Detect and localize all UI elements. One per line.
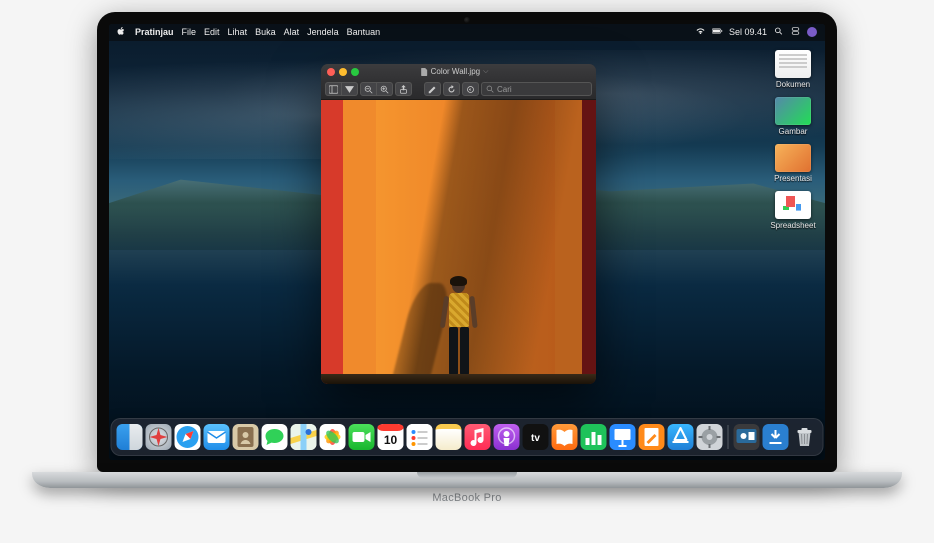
maximize-button[interactable]	[351, 68, 359, 76]
trackpad-notch	[417, 472, 517, 478]
close-button[interactable]	[327, 68, 335, 76]
dock-notes[interactable]	[436, 424, 462, 450]
dock: 10 tv	[111, 418, 824, 456]
minimize-button[interactable]	[339, 68, 347, 76]
stack-thumb-icon	[775, 191, 811, 219]
dock-settings[interactable]	[697, 424, 723, 450]
stack-thumb-icon	[775, 97, 811, 125]
dock-pages[interactable]	[639, 424, 665, 450]
menu-view[interactable]: Lihat	[228, 27, 248, 37]
desktop-stacks: Dokumen Gambar Presentasi Spreadsheet	[765, 50, 821, 230]
dock-trash[interactable]	[792, 424, 818, 450]
dock-mail[interactable]	[204, 424, 230, 450]
dock-preview[interactable]	[734, 424, 760, 450]
stack-label: Spreadsheet	[770, 221, 815, 230]
window-title-text: Color Wall.jpg	[431, 67, 481, 76]
dock-tv[interactable]: tv	[523, 424, 549, 450]
share-button[interactable]	[395, 82, 412, 96]
wifi-icon[interactable]	[695, 27, 706, 37]
dock-music[interactable]	[465, 424, 491, 450]
laptop-frame: Pratinjau File Edit Lihat Buka Alat Jend…	[27, 12, 907, 532]
stack-label: Presentasi	[774, 174, 812, 183]
dock-numbers[interactable]	[581, 424, 607, 450]
window-title: Color Wall.jpg ⌵	[364, 67, 545, 76]
preview-window: Color Wall.jpg ⌵	[321, 64, 596, 384]
battery-icon[interactable]	[712, 27, 723, 37]
stack-documents[interactable]: Dokumen	[765, 50, 821, 89]
dock-separator	[728, 425, 729, 449]
search-field[interactable]: Cari	[481, 82, 592, 96]
dock-keynote[interactable]	[610, 424, 636, 450]
sidebar-toggle-button[interactable]	[325, 82, 342, 96]
laptop-base	[32, 472, 902, 488]
window-titlebar[interactable]: Color Wall.jpg ⌵	[321, 64, 596, 80]
rotate-button[interactable]	[443, 82, 460, 96]
menu-open[interactable]: Buka	[255, 27, 276, 37]
stack-images[interactable]: Gambar	[765, 97, 821, 136]
stack-presentations[interactable]: Presentasi	[765, 144, 821, 183]
markup-button[interactable]	[462, 82, 479, 96]
active-app-name[interactable]: Pratinjau	[135, 27, 174, 37]
camera-dot	[464, 17, 470, 23]
apple-menu-icon[interactable]	[117, 27, 127, 38]
sidebar-menu-button[interactable]	[342, 82, 358, 96]
calendar-day-number: 10	[384, 433, 398, 447]
dock-appstore[interactable]	[668, 424, 694, 450]
screen-bezel: Pratinjau File Edit Lihat Buka Alat Jend…	[97, 12, 837, 472]
control-center-icon[interactable]	[790, 27, 801, 37]
dock-reminders[interactable]	[407, 424, 433, 450]
menu-file[interactable]: File	[182, 27, 197, 37]
menu-edit[interactable]: Edit	[204, 27, 220, 37]
search-icon	[486, 85, 494, 93]
siri-icon[interactable]	[807, 27, 817, 37]
status-icons: Sel 09.41	[695, 27, 817, 37]
chevron-down-icon[interactable]: ⌵	[483, 68, 488, 76]
menu-bar: Pratinjau File Edit Lihat Buka Alat Jend…	[109, 24, 825, 41]
dock-maps[interactable]	[291, 424, 317, 450]
search-placeholder: Cari	[497, 85, 512, 94]
dock-facetime[interactable]	[349, 424, 375, 450]
zoom-out-button[interactable]	[360, 82, 377, 96]
dock-safari[interactable]	[175, 424, 201, 450]
stack-label: Gambar	[779, 127, 808, 136]
menubar-clock[interactable]: Sel 09.41	[729, 27, 767, 37]
menu-tools[interactable]: Alat	[284, 27, 300, 37]
menu-help[interactable]: Bantuan	[347, 27, 381, 37]
image-content[interactable]	[321, 100, 596, 384]
person-figure	[438, 278, 480, 378]
document-icon	[421, 68, 428, 76]
dock-finder[interactable]	[117, 424, 143, 450]
stack-label: Dokumen	[776, 80, 810, 89]
dock-calendar[interactable]: 10	[378, 424, 404, 450]
zoom-in-button[interactable]	[377, 82, 393, 96]
spotlight-icon[interactable]	[773, 27, 784, 37]
dock-photos[interactable]	[320, 424, 346, 450]
menu-window[interactable]: Jendela	[307, 27, 339, 37]
ground	[321, 374, 596, 384]
desktop-screen: Pratinjau File Edit Lihat Buka Alat Jend…	[109, 24, 825, 460]
laptop-brand-label: MacBook Pro	[432, 492, 501, 504]
dock-downloads[interactable]	[763, 424, 789, 450]
highlight-button[interactable]	[424, 82, 441, 96]
svg-text:tv: tv	[531, 433, 540, 444]
stack-thumb-icon	[775, 144, 811, 172]
traffic-lights	[327, 68, 359, 76]
dock-podcasts[interactable]	[494, 424, 520, 450]
dock-launchpad[interactable]	[146, 424, 172, 450]
dock-messages[interactable]	[262, 424, 288, 450]
stack-spreadsheets[interactable]: Spreadsheet	[765, 191, 821, 230]
window-toolbar: Cari	[321, 80, 596, 100]
dock-books[interactable]	[552, 424, 578, 450]
dock-contacts[interactable]	[233, 424, 259, 450]
stack-thumb-icon	[775, 50, 811, 78]
